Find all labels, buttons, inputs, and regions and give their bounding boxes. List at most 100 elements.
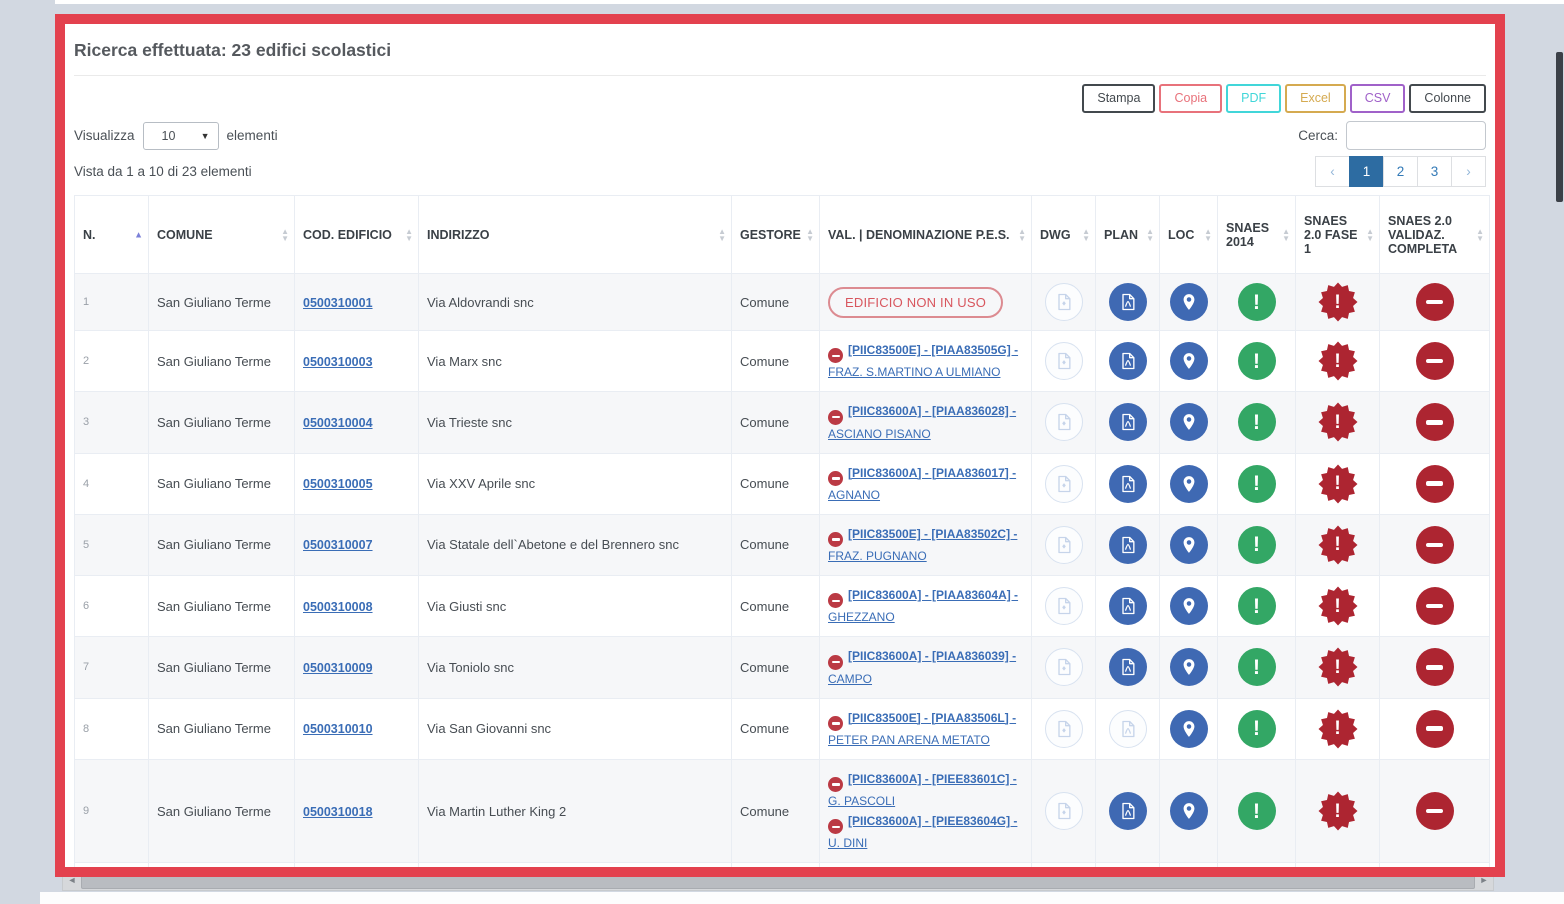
column-header-snaes-2-0-validaz-completa[interactable]: SNAES 2.0 VALIDAZ. COMPLETA <box>1380 196 1490 274</box>
sort-icon <box>1146 228 1154 242</box>
status-blocked-minus-icon <box>1416 710 1454 748</box>
dwg-file-icon-disabled <box>1045 710 1083 748</box>
pagination-page-3[interactable]: 3 <box>1417 156 1452 187</box>
status-blocked-minus-icon <box>1416 283 1454 321</box>
column-header-indirizzo[interactable]: INDIRIZZO <box>419 196 732 274</box>
cell-snaes-fase1: ! <box>1296 863 1380 877</box>
location-pin-button[interactable] <box>1170 342 1208 380</box>
status-alert-gear-icon: ! <box>1318 647 1358 687</box>
export-button-excel[interactable]: Excel <box>1285 84 1346 113</box>
search-input[interactable] <box>1346 121 1486 150</box>
location-pin-button[interactable] <box>1170 648 1208 686</box>
cell-indirizzo: Via Marx snc <box>419 331 732 392</box>
page-length-select[interactable]: 10 ▼ <box>143 122 219 150</box>
pes-denomination-link[interactable]: [PIIC83600A] - [PIEE83604G] - U. DINI <box>828 814 1017 850</box>
pagination-page-2[interactable]: 2 <box>1383 156 1418 187</box>
location-pin-button[interactable] <box>1170 526 1208 564</box>
cell-row-number: 9 <box>75 759 149 863</box>
export-button-pdf[interactable]: PDF <box>1226 84 1281 113</box>
cell-indirizzo: Via XXV Aprile snc <box>419 453 732 514</box>
building-code-link[interactable]: 0500310018 <box>303 805 373 819</box>
pagination-prev[interactable]: ‹ <box>1315 156 1350 187</box>
plan-pdf-button[interactable] <box>1109 526 1147 564</box>
cell-indirizzo: Piazza Gramsci 3 <box>419 863 732 877</box>
cell-dwg <box>1032 863 1096 877</box>
building-code-link[interactable]: 0500310009 <box>303 661 373 675</box>
cell-gestore: Comune <box>732 331 820 392</box>
building-code-link[interactable]: 0500310010 <box>303 722 373 736</box>
status-ok-exclaim-icon: ! <box>1238 648 1276 686</box>
building-code-link[interactable]: 0500310007 <box>303 538 373 552</box>
plan-pdf-button[interactable] <box>1109 648 1147 686</box>
status-alert-gear-icon: ! <box>1318 791 1358 831</box>
pes-denomination-link[interactable]: [PIIC83600A] - [PIEE83601C] - G. PASCOLI <box>828 772 1017 808</box>
sort-icon <box>1476 228 1484 242</box>
column-header-loc[interactable]: LOC <box>1160 196 1218 274</box>
cell-plan <box>1096 863 1160 877</box>
column-header-val-denominazione-p-e-s[interactable]: VAL. | DENOMINAZIONE P.E.S. <box>820 196 1032 274</box>
column-header-plan[interactable]: PLAN <box>1096 196 1160 274</box>
vertical-scrollbar-thumb[interactable] <box>1556 52 1563 202</box>
pes-denomination-link[interactable]: [PIIC83500E] - [PIAA83506L] - PETER PAN … <box>828 711 1016 747</box>
search-label: Cerca: <box>1298 128 1338 143</box>
plan-pdf-button[interactable] <box>1109 342 1147 380</box>
pes-denomination-link[interactable]: [PIIC83600A] - [PIIC83600A] - G.B.NICCOL… <box>828 875 1013 877</box>
minus-circle-icon <box>828 716 843 731</box>
pes-denomination-link[interactable]: [PIIC83600A] - [PIAA836017] - AGNANO <box>828 466 1016 502</box>
building-code-link[interactable]: 0500310004 <box>303 416 373 430</box>
column-header-gestore[interactable]: GESTORE <box>732 196 820 274</box>
cell-snaes-validaz <box>1380 637 1490 698</box>
column-header-cod-edificio[interactable]: COD. EDIFICIO <box>295 196 419 274</box>
building-code-link[interactable]: 0500310008 <box>303 600 373 614</box>
status-alert-gear-icon: ! <box>1318 709 1358 749</box>
column-header-snaes-2-0-fase-1[interactable]: SNAES 2.0 FASE 1 <box>1296 196 1380 274</box>
plan-pdf-button[interactable] <box>1109 283 1147 321</box>
pes-denomination-link[interactable]: [PIIC83600A] - [PIAA836028] - ASCIANO PI… <box>828 404 1016 440</box>
export-button-stampa[interactable]: Stampa <box>1082 84 1155 113</box>
location-pin-button[interactable] <box>1170 465 1208 503</box>
cell-loc <box>1160 274 1218 331</box>
column-header-comune[interactable]: COMUNE <box>149 196 295 274</box>
cell-loc <box>1160 759 1218 863</box>
column-header-snaes-2014[interactable]: SNAES 2014 <box>1218 196 1296 274</box>
cell-snaes-2014: ! <box>1218 392 1296 453</box>
plan-pdf-button[interactable] <box>1109 587 1147 625</box>
cell-dwg <box>1032 698 1096 759</box>
location-pin-button[interactable] <box>1170 403 1208 441</box>
location-pin-button[interactable] <box>1170 792 1208 830</box>
plan-pdf-button[interactable] <box>1109 403 1147 441</box>
pes-denomination-link[interactable]: [PIIC83500E] - [PIAA83502C] - FRAZ. PUGN… <box>828 527 1017 563</box>
sort-icon <box>1204 228 1212 242</box>
location-pin-button[interactable] <box>1170 710 1208 748</box>
pes-denomination-link[interactable]: [PIIC83600A] - [PIAA83604A] - GHEZZANO <box>828 588 1018 624</box>
plan-pdf-button[interactable] <box>1109 792 1147 830</box>
cell-dwg <box>1032 274 1096 331</box>
location-pin-button[interactable] <box>1170 283 1208 321</box>
column-header-n[interactable]: N. <box>75 196 149 274</box>
pes-denomination-link[interactable]: [PIIC83500E] - [PIAA83505G] - FRAZ. S.MA… <box>828 343 1018 379</box>
cell-snaes-2014: ! <box>1218 759 1296 863</box>
page-top-strip <box>55 0 1564 4</box>
cell-snaes-fase1: ! <box>1296 759 1380 863</box>
pagination-next[interactable]: › <box>1451 156 1486 187</box>
status-alert-gear-icon: ! <box>1318 402 1358 442</box>
column-header-dwg[interactable]: DWG <box>1032 196 1096 274</box>
cell-gestore: Comune <box>732 514 820 575</box>
cell-loc <box>1160 514 1218 575</box>
location-pin-button[interactable] <box>1170 587 1208 625</box>
cell-row-number: 1 <box>75 274 149 331</box>
plan-pdf-button[interactable] <box>1109 465 1147 503</box>
building-code-link[interactable]: 0500310003 <box>303 355 373 369</box>
cell-snaes-validaz <box>1380 698 1490 759</box>
status-ok-exclaim-icon: ! <box>1238 465 1276 503</box>
table-row: 3San Giuliano Terme0500310004Via Trieste… <box>75 392 1490 453</box>
export-button-copia[interactable]: Copia <box>1159 84 1222 113</box>
export-button-colonne[interactable]: Colonne <box>1409 84 1486 113</box>
pagination-page-1[interactable]: 1 <box>1349 156 1384 187</box>
building-code-link[interactable]: 0500310001 <box>303 296 373 310</box>
cell-snaes-2014: ! <box>1218 863 1296 877</box>
export-button-csv[interactable]: CSV <box>1350 84 1406 113</box>
pes-denomination-link[interactable]: [PIIC83600A] - [PIAA836039] - CAMPO <box>828 649 1016 685</box>
cell-loc <box>1160 863 1218 877</box>
building-code-link[interactable]: 0500310005 <box>303 477 373 491</box>
